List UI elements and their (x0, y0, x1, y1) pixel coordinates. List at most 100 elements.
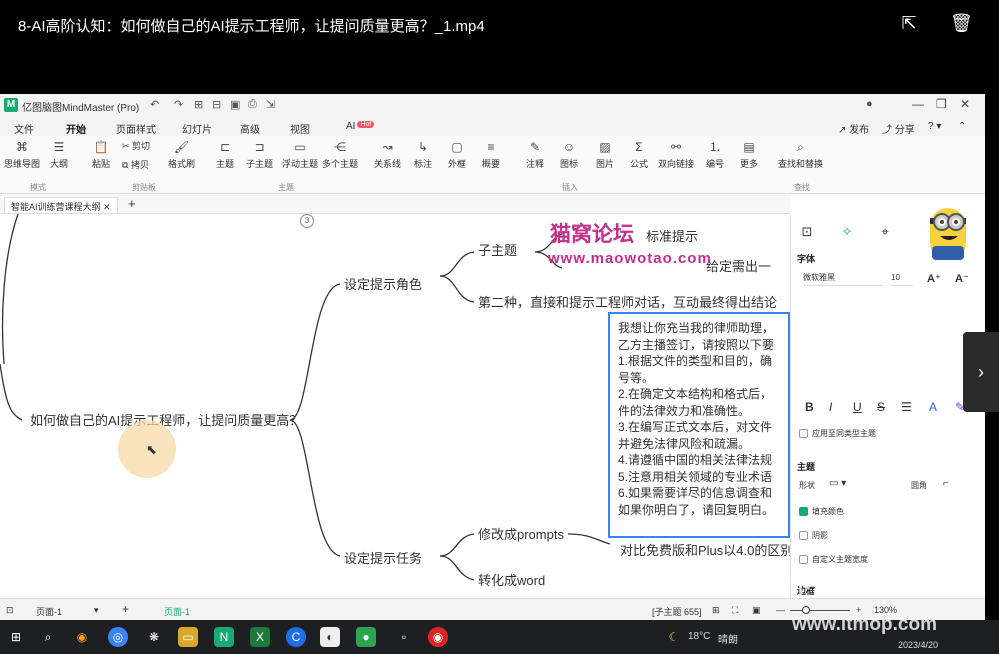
doc-tab[interactable]: 智能AI训练营课程大纲 ✕ (4, 197, 118, 213)
callout-button[interactable]: ↳ 标注 (414, 140, 432, 170)
apply-same-checkbox[interactable]: 应用至同类型主题 (799, 428, 876, 439)
search-app-icon[interactable]: ◉ (72, 627, 92, 647)
next-chevron-icon[interactable]: › (963, 332, 999, 412)
open-external-icon[interactable]: ⇱ (898, 12, 920, 34)
menu-file[interactable]: 文件 (14, 121, 34, 136)
cut-button[interactable]: ✂ 剪切 (122, 139, 150, 152)
mindmaster-taskbar-icon[interactable]: N (214, 627, 234, 647)
copy-button[interactable]: ⧉ 拷贝 (122, 158, 149, 171)
ai-style-tab-icon[interactable]: ✧ (837, 222, 857, 242)
font-family-select[interactable]: 微软雅黑 (803, 270, 883, 286)
corner-select[interactable]: ⌐ (943, 478, 949, 489)
boundary-button[interactable]: ▢ 外框 (448, 140, 466, 170)
outline-button[interactable]: ☰ 大纲 (50, 140, 68, 170)
delete-icon[interactable]: 🗑 (950, 12, 973, 34)
location-tab-icon[interactable]: ⌖ (875, 222, 895, 242)
italic-icon[interactable]: I (829, 400, 832, 414)
redo-icon[interactable]: ↷ (174, 98, 183, 111)
align-icon[interactable]: ☰ (901, 400, 912, 414)
bold-icon[interactable]: B (805, 400, 814, 414)
help-icon[interactable]: ? ▾ (928, 121, 941, 132)
collapse-badge[interactable]: 3 (300, 214, 314, 228)
fullscreen-icon[interactable]: ⛶ (732, 605, 738, 616)
search-icon[interactable]: ⌕ (38, 627, 58, 647)
chrome-icon[interactable]: ◎ (108, 627, 128, 647)
subtopic-node[interactable]: 子主题 (478, 240, 517, 259)
zoom-slider-knob[interactable] (802, 606, 810, 614)
app-icon-2[interactable]: ◐ (320, 627, 340, 647)
custom-width-checkbox[interactable]: 自定义主题宽度 (799, 554, 868, 565)
menu-advanced[interactable]: 高级 (240, 121, 260, 136)
menu-slides[interactable]: 幻灯片 (182, 121, 212, 136)
edge-icon[interactable]: C (286, 627, 306, 647)
paste-button[interactable]: 📋 粘贴 (92, 140, 110, 170)
branch-role-topic[interactable]: 设定提示角色 (344, 274, 422, 293)
open-icon[interactable]: ⊟ (212, 98, 221, 111)
relationship-button[interactable]: ↝ 关系线 (374, 140, 401, 170)
collapse-ribbon-icon[interactable]: ⌃ (958, 121, 966, 132)
app-icon-3[interactable]: ▫ (394, 627, 414, 647)
font-size-select[interactable]: 10 (891, 270, 913, 286)
undo-icon[interactable]: ↶ (150, 98, 159, 111)
add-tab-button[interactable]: + (128, 196, 136, 211)
avatar[interactable]: ● (866, 98, 873, 110)
standard-prompt-node[interactable]: 标准提示 (646, 226, 698, 245)
note-topic-box[interactable]: 我想让你充当我的律师助理， 乙方主播签订，请按照以下要 1.根据文件的类型和目的… (608, 312, 790, 538)
page-tab[interactable]: 页面-1 (164, 605, 190, 618)
mindmap-canvas[interactable]: 3 如何做自己的AI提示工程师，让提问质量更高？ 设定提示角色 子主题 标准提示… (0, 214, 790, 598)
direct-dialog-node[interactable]: 第二种，直接和提示工程师对话，互动最终得出结论 (478, 292, 777, 311)
page-panel-icon[interactable]: ⊡ (6, 605, 14, 616)
mindmap-mode-button[interactable]: ⌘ 思维导图 (4, 140, 40, 170)
app-icon[interactable]: ❋ (144, 627, 164, 647)
strikethrough-icon[interactable]: S (877, 400, 885, 414)
format-tab-icon[interactable]: ⊡ (797, 222, 817, 242)
subtopic-button[interactable]: ⊐ 子主题 (246, 140, 273, 170)
publish-button[interactable]: ↗ 发布 (838, 121, 869, 136)
modify-prompts-node[interactable]: 修改成prompts (478, 524, 564, 543)
branch-task-topic[interactable]: 设定提示任务 (344, 548, 422, 567)
windows-start-icon[interactable]: ⊞ (6, 627, 26, 647)
shadow-checkbox[interactable]: 阴影 (799, 530, 828, 541)
summary-button[interactable]: ≡ 概要 (482, 140, 500, 170)
format-painter-button[interactable]: 🖌 格式刷 (168, 140, 195, 170)
wechat-icon[interactable]: ● (356, 627, 376, 647)
convert-word-node[interactable]: 转化成word (478, 570, 545, 589)
shape-select[interactable]: ▭ ▾ (829, 478, 846, 489)
zoom-slider[interactable] (790, 610, 850, 611)
fill-color-checkbox[interactable]: 填充颜色 (799, 506, 844, 517)
font-grow-icon[interactable]: A⁺ (927, 272, 941, 285)
add-page-button[interactable]: + (122, 602, 129, 616)
export-icon[interactable]: ⇲ (266, 98, 275, 111)
close-button[interactable]: ✕ (960, 97, 970, 111)
numbering-button[interactable]: ⒈ 编号 (706, 140, 724, 170)
excel-icon[interactable]: X (250, 627, 270, 647)
image-button[interactable]: ▨ 图片 (596, 140, 614, 170)
page-dropdown-icon[interactable]: ▾ (94, 605, 99, 616)
bilink-button[interactable]: ⚯ 双向链接 (658, 140, 694, 170)
share-button[interactable]: ⤴ 分享 (882, 121, 915, 136)
note-button[interactable]: ✎ 注释 (526, 140, 544, 170)
compare-versions-node[interactable]: 对比免费版和Plus以4.0的区别 (620, 540, 790, 559)
print-icon[interactable]: ⎙ (248, 98, 257, 111)
multiple-topics-button[interactable]: ⋲ 多个主题 (322, 140, 358, 170)
menu-page-style[interactable]: 页面样式 (116, 121, 156, 136)
font-shrink-icon[interactable]: A⁻ (955, 272, 969, 285)
menu-view[interactable]: 视图 (290, 121, 310, 136)
menu-ai[interactable]: AI Hot (346, 121, 375, 132)
save-icon[interactable]: ▣ (230, 98, 240, 111)
root-topic[interactable]: 如何做自己的AI提示工程师，让提问质量更高？ (30, 410, 302, 429)
browser-icon[interactable]: ◉ (428, 627, 448, 647)
topic-button[interactable]: ⊏ 主题 (216, 140, 234, 170)
new-icon[interactable]: ⊞ (194, 98, 203, 111)
icon-button[interactable]: ☺ 图标 (560, 140, 578, 170)
given-output-node[interactable]: 给定需出一 (706, 256, 771, 275)
font-color-icon[interactable]: A (929, 400, 937, 414)
find-replace-button[interactable]: ⌕ 查找和替换 (778, 140, 823, 170)
more-button[interactable]: ▤ 更多 (740, 140, 758, 170)
zoom-out-icon[interactable]: — (776, 605, 785, 615)
maximize-button[interactable]: ❐ (936, 97, 947, 111)
underline-icon[interactable]: U (853, 400, 862, 414)
presentation-icon[interactable]: ▣ (752, 605, 761, 616)
floating-topic-button[interactable]: ▭ 浮动主题 (282, 140, 318, 170)
page-select[interactable]: 页面-1 (36, 605, 62, 618)
